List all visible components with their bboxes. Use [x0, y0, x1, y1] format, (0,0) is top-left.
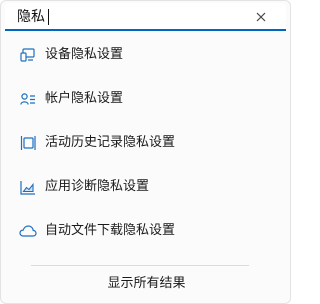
search-box[interactable]: 隐私 [5, 3, 286, 31]
account-icon [19, 90, 37, 108]
result-device-privacy[interactable]: 设备隐私设置 [5, 33, 286, 77]
close-icon [256, 12, 266, 22]
search-suggestions-panel: 隐私 设备隐私设置 帐户隐私设置 活动历史记录隐私设置 应用诊断隐私设置 自动文… [0, 0, 291, 304]
devices-icon [19, 46, 37, 64]
clear-search-button[interactable] [251, 7, 271, 27]
show-all-results-link[interactable]: 显示所有结果 [1, 275, 290, 293]
text-caret [48, 9, 49, 25]
result-account-privacy[interactable]: 帐户隐私设置 [5, 77, 286, 121]
result-activity-history-privacy[interactable]: 活动历史记录隐私设置 [5, 121, 286, 165]
cloud-icon [19, 222, 37, 240]
search-input[interactable]: 隐私 [17, 8, 45, 26]
diagnostics-chart-icon [19, 178, 37, 196]
result-app-diagnostics-privacy[interactable]: 应用诊断隐私设置 [5, 165, 286, 209]
timeline-icon [19, 134, 37, 152]
result-label: 设备隐私设置 [45, 47, 124, 62]
result-label: 自动文件下载隐私设置 [45, 223, 176, 238]
search-results-list: 设备隐私设置 帐户隐私设置 活动历史记录隐私设置 应用诊断隐私设置 自动文件下载… [5, 33, 286, 253]
result-label: 帐户隐私设置 [45, 91, 124, 106]
divider [31, 265, 249, 266]
result-auto-file-download-privacy[interactable]: 自动文件下载隐私设置 [5, 209, 286, 253]
result-label: 活动历史记录隐私设置 [45, 135, 176, 150]
result-label: 应用诊断隐私设置 [45, 179, 150, 194]
